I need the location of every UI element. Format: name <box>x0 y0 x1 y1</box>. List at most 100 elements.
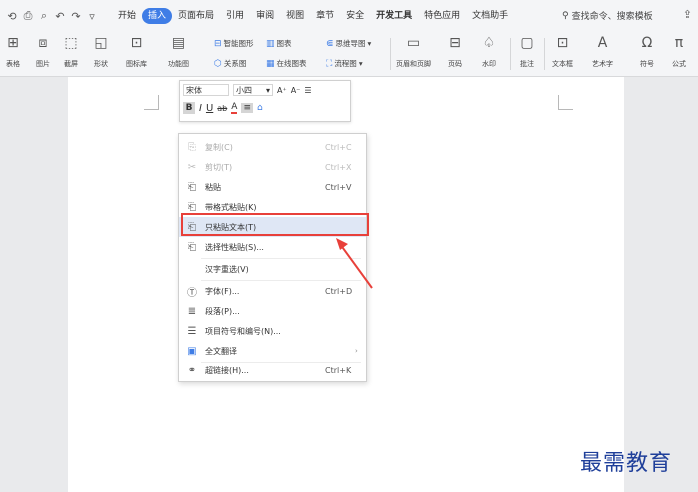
relation-icon: ⬡ <box>214 58 222 69</box>
menu-item-paste-special[interactable]: ⎗ 选择性粘贴(S)... <box>179 237 366 257</box>
ribbon-divider <box>390 38 391 70</box>
highlight-box <box>181 213 369 236</box>
screenshot-button[interactable]: ⬚ 截屏 <box>62 35 80 69</box>
header-footer-button[interactable]: ▭ 页眉和页脚 <box>396 35 431 69</box>
symbol-icon: Ω <box>641 35 653 51</box>
smart-art-button[interactable]: ⊟ 智能图形 <box>214 38 254 49</box>
tab-developer[interactable]: 开发工具 <box>370 8 418 24</box>
font-size-select[interactable]: 小四 ▾ <box>233 84 273 96</box>
cut-icon: ✂ <box>187 161 197 173</box>
paste-icon: ⎗ <box>188 181 196 193</box>
chart-button[interactable]: ▥ 图表 <box>266 38 292 49</box>
table-button[interactable]: ⊞ 表格 <box>4 35 22 69</box>
link-icon: ⚭ <box>187 364 197 376</box>
paste-format-icon: ⎗ <box>188 201 196 213</box>
ribbon-divider <box>544 38 545 70</box>
comment-label: 批注 <box>520 60 534 68</box>
search-icon: ⚲ <box>562 10 569 21</box>
paste-special-icon: ⎗ <box>188 241 196 253</box>
align-button[interactable]: ≡ <box>241 103 253 113</box>
menu-item-font[interactable]: Ⓣ 字体(F)... Ctrl+D <box>179 281 366 301</box>
text-box-icon: ⊡ <box>556 35 569 51</box>
table-icon: ⊞ <box>7 35 19 51</box>
symbol-button[interactable]: Ω 符号 <box>638 35 656 69</box>
picture-button[interactable]: ⧈ 图片 <box>34 35 52 69</box>
underline-button[interactable]: U <box>206 103 213 114</box>
tab-references[interactable]: 引用 <box>220 8 250 24</box>
bullets-icon: ☰ <box>187 325 197 337</box>
shape-button[interactable]: ◱ 形状 <box>92 35 110 69</box>
text-box-button[interactable]: ⊡ 文本框 <box>552 35 573 69</box>
formula-button[interactable]: π 公式 <box>670 35 688 69</box>
menu-item-translate[interactable]: ▣ 全文翻译 › <box>179 341 366 361</box>
floating-format-toolbar: 宋体 小四 ▾ A⁺ A⁻ ☰ B I U ab A ≡ ⌂ <box>179 80 351 122</box>
font-icon: Ⓣ <box>187 287 197 299</box>
tab-insert[interactable]: 插入 <box>142 8 173 24</box>
function-chart-button[interactable]: ▤ 功能图 <box>168 35 189 69</box>
print-preview-icon[interactable]: ⌕ <box>38 9 50 23</box>
shape-label: 形状 <box>94 60 108 68</box>
menu-item-cut[interactable]: ✂ 剪切(T) Ctrl+X <box>179 157 366 177</box>
comment-icon: ▢ <box>520 35 534 51</box>
grow-font-icon[interactable]: A⁺ <box>277 86 287 95</box>
tab-view[interactable]: 视图 <box>280 8 310 24</box>
icon-library-label: 图标库 <box>126 60 147 68</box>
flow-chart-button[interactable]: ⛶ 流程图 ▾ <box>326 58 363 69</box>
text-box-label: 文本框 <box>552 60 573 68</box>
italic-button[interactable]: I <box>199 103 202 114</box>
watermark-logo: 最需教育 <box>580 451 673 476</box>
tab-doc-assistant[interactable]: 文档助手 <box>466 8 514 24</box>
page-number-button[interactable]: ⊟ 页码 <box>446 35 464 69</box>
print-icon[interactable]: ⎙ <box>22 9 34 23</box>
command-search[interactable]: ⚲ 查找命令、搜索模板 <box>562 9 653 23</box>
strikethrough-button[interactable]: ab <box>217 104 227 113</box>
watermark-button[interactable]: ♤ 水印 <box>480 35 498 69</box>
art-text-label: 艺术字 <box>592 60 613 68</box>
mind-map-button[interactable]: ⋐ 思维导图 ▾ <box>326 38 371 49</box>
icon-library-button[interactable]: ⊡ 图标库 <box>126 35 147 69</box>
watermark-icon: ♤ <box>482 35 496 51</box>
table-label: 表格 <box>6 60 20 68</box>
menu-item-paragraph[interactable]: ≣ 段落(P)... <box>179 301 366 321</box>
font-family-select[interactable]: 宋体 <box>183 84 229 96</box>
art-text-icon: A <box>597 35 608 51</box>
page-number-icon: ⊟ <box>449 35 461 51</box>
comment-button[interactable]: ▢ 批注 <box>518 35 536 69</box>
tab-home[interactable]: 开始 <box>112 8 142 24</box>
tab-section[interactable]: 章节 <box>310 8 340 24</box>
picture-label: 图片 <box>36 60 50 68</box>
line-spacing-icon[interactable]: ☰ <box>304 86 311 95</box>
customize-dropdown-icon[interactable]: ▿ <box>86 10 98 23</box>
paragraph-icon: ≣ <box>187 305 197 317</box>
share-icon[interactable]: ⇪ <box>683 8 692 21</box>
clear-format-icon[interactable]: ⌂ <box>257 103 263 113</box>
art-text-button[interactable]: A 艺术字 <box>592 35 613 69</box>
tab-page-layout[interactable]: 页面布局 <box>172 8 220 24</box>
menu-item-bullets-numbering[interactable]: ☰ 项目符号和编号(N)... <box>179 321 366 341</box>
bold-button[interactable]: B <box>183 102 195 114</box>
header-footer-icon: ▭ <box>406 35 421 51</box>
submenu-arrow-icon: › <box>355 347 358 355</box>
symbol-label: 符号 <box>640 60 654 68</box>
menu-item-copy[interactable]: ⎘ 复制(C) Ctrl+C <box>179 137 366 157</box>
redo-icon[interactable]: ↷ <box>70 10 82 23</box>
tab-review[interactable]: 审阅 <box>250 8 280 24</box>
tab-special-apps[interactable]: 特色应用 <box>418 8 466 24</box>
flow-chart-icon: ⛶ <box>326 58 333 69</box>
margin-corner-top-left <box>144 95 159 110</box>
shrink-font-icon[interactable]: A⁻ <box>291 86 301 95</box>
undo-icon[interactable]: ↶ <box>54 10 66 23</box>
shape-icon: ◱ <box>94 35 108 51</box>
online-chart-button[interactable]: ▦ 在线图表 <box>266 58 307 69</box>
menu-item-reselect-chinese[interactable]: 汉字重选(V) <box>179 259 366 279</box>
menu-item-paste[interactable]: ⎗ 粘贴 Ctrl+V <box>179 177 366 197</box>
copy-icon: ⎘ <box>188 141 196 153</box>
undo-history-icon[interactable]: ⟲ <box>6 10 18 23</box>
menu-item-hyperlink[interactable]: ⚭ 超链接(H)... Ctrl+K <box>179 360 366 380</box>
font-color-button[interactable]: A <box>231 102 238 114</box>
icon-library-icon: ⊡ <box>130 35 143 51</box>
relation-chart-button[interactable]: ⬡ 关系图 <box>214 58 246 69</box>
chart-icon: ▥ <box>266 38 275 49</box>
tab-security[interactable]: 安全 <box>340 8 370 24</box>
smart-art-icon: ⊟ <box>214 38 222 49</box>
